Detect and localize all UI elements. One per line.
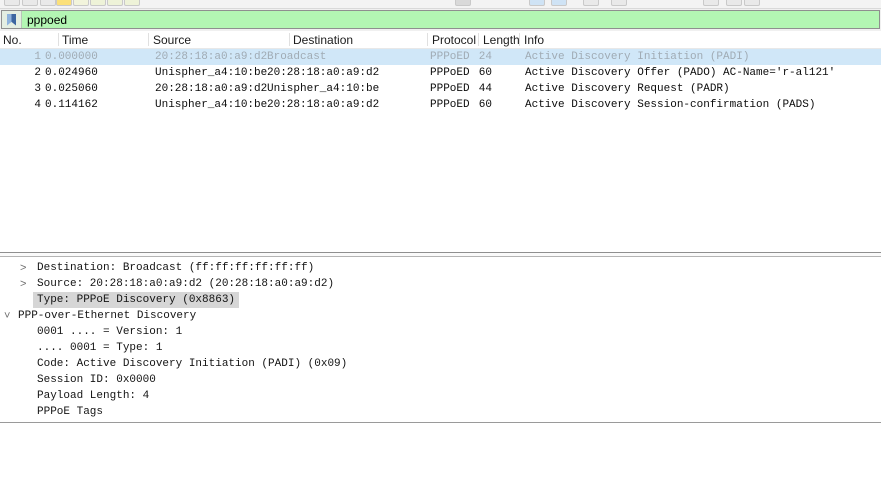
packet-list-header: No. Time Source Destination Protocol Length In… [0,31,881,49]
detail-tree-row[interactable]: Code: Active Discovery Initiation (PADI)… [0,356,881,372]
toolbar-icon-fragment [611,0,627,6]
filter-field: pppoed [1,10,880,29]
column-divider[interactable] [289,33,290,46]
packet-details-pane: > Destination: Broadcast (ff:ff:ff:ff:ff:… [0,257,881,423]
toolbar-icon-fragment [22,0,38,6]
chevron-down-icon[interactable]: ˅ [4,308,10,324]
packet-row[interactable]: 1 0.000000 20:28:18:a0:a9:d2 Broadcast PPPoE… [0,49,881,65]
detail-field-selected: Type: PPPoE Discovery (0x8863) [33,292,240,308]
chevron-right-icon[interactable]: > [20,276,26,292]
column-header-source[interactable]: Source [153,33,191,47]
detail-field: Code: Active Discovery Initiation (PADI)… [37,358,348,370]
toolbar-icon-fragment [56,0,72,6]
detail-tree-row[interactable]: > Source: 20:28:18:a0:a9:d2 (20:28:18:a0:… [0,276,881,292]
packet-cell-time: 0.024960 [45,67,98,79]
packet-cell-length: 44 [478,83,492,95]
detail-tree-row[interactable]: PPPoE Tags [0,404,881,420]
packet-cell-length: 60 [478,67,492,79]
detail-tree-row[interactable]: Payload Length: 4 [0,388,881,404]
column-divider[interactable] [427,33,428,46]
packet-cell-destination: 20:28:18:a0:a9:d2 [267,99,380,111]
detail-field: Source: 20:28:18:a0:a9:d2 (20:28:18:a0:a… [37,278,335,290]
column-header-info[interactable]: Info [524,33,544,47]
toolbar-icon-fragment [726,0,742,6]
packet-cell-time: 0.000000 [45,51,98,63]
toolbar-icon-fragment [4,0,20,6]
detail-tree-row[interactable]: Session ID: 0x0000 [0,372,881,388]
detail-field: 0001 .... = Version: 1 [37,326,183,338]
toolbar-icon-fragment [107,0,123,6]
column-header-time[interactable]: Time [62,33,88,47]
packet-row[interactable]: 3 0.025060 20:28:18:a0:a9:d2 Unispher_a4:10… [0,81,881,97]
detail-tree-row[interactable]: ˅ PPP-over-Ethernet Discovery [0,308,881,324]
toolbar-icon-fragment [40,0,56,6]
detail-field: .... 0001 = Type: 1 [37,342,163,354]
toolbar-strip [0,0,881,9]
detail-tree-row[interactable]: Type: PPPoE Discovery (0x8863) [0,292,881,308]
packet-cell-destination: Unispher_a4:10:be [267,83,380,95]
toolbar-icon-fragment [583,0,599,6]
chevron-right-icon[interactable]: > [20,260,26,276]
packet-cell-source: 20:28:18:a0:a9:d2 [155,83,268,95]
packet-cell-info: Active Discovery Request (PADR) [525,83,730,95]
packet-cell-time: 0.025060 [45,83,98,95]
packet-row[interactable]: 2 0.024960 Unispher_a4:10:be 20:28:18:a0:a9… [0,65,881,81]
column-divider[interactable] [58,33,59,46]
bookmark-icon [7,13,16,26]
column-divider[interactable] [478,33,479,46]
packet-cell-info: Active Discovery Session-confirmation (P… [525,99,816,111]
filter-text: pppoed [27,12,68,27]
column-divider[interactable] [519,33,520,46]
toolbar-icon-fragment [455,0,471,6]
detail-tree-row[interactable]: .... 0001 = Type: 1 [0,340,881,356]
packet-cell-no: 4 [34,99,41,111]
packet-cell-length: 60 [478,99,492,111]
column-header-protocol[interactable]: Protocol [432,33,476,47]
packet-cell-destination: Broadcast [267,51,327,63]
packet-cell-length: 24 [478,51,492,63]
packet-cell-no: 1 [34,51,41,63]
packet-cell-source: Unispher_a4:10:be [155,67,268,79]
packet-cell-no: 3 [34,83,41,95]
toolbar-icon-fragment [703,0,719,6]
packet-row[interactable]: 4 0.114162 Unispher_a4:10:be 20:28:18:a0:a9… [0,97,881,113]
detail-field: PPP-over-Ethernet Discovery [18,310,197,322]
packet-list: 1 0.000000 20:28:18:a0:a9:d2 Broadcast PPPoE… [0,49,881,252]
column-header-length[interactable]: Length [483,33,520,47]
toolbar-icon-fragment [551,0,567,6]
detail-field: Payload Length: 4 [37,390,150,402]
packet-cell-source: Unispher_a4:10:be [155,99,268,111]
column-header-no[interactable]: No. [3,33,22,47]
packet-cell-info: Active Discovery Initiation (PADI) [525,51,750,63]
filter-input[interactable]: pppoed [22,11,879,28]
packet-cell-info: Active Discovery Offer (PADO) AC-Name='r… [525,67,836,79]
filter-bar: pppoed [0,9,881,31]
filter-bookmark-button[interactable] [2,11,22,28]
detail-tree-row[interactable]: 0001 .... = Version: 1 [0,324,881,340]
packet-cell-time: 0.114162 [45,99,98,111]
toolbar-icon-fragment [124,0,140,6]
packet-cell-no: 2 [34,67,41,79]
toolbar-icon-fragment [90,0,106,6]
detail-field: Destination: Broadcast (ff:ff:ff:ff:ff:f… [37,262,315,274]
column-header-destination[interactable]: Destination [293,33,353,47]
toolbar-icon-fragment [744,0,760,6]
toolbar-icon-fragment [529,0,545,6]
packet-cell-source: 20:28:18:a0:a9:d2 [155,51,268,63]
column-divider[interactable] [148,33,149,46]
detail-field: PPPoE Tags [37,406,104,418]
toolbar-icon-fragment [73,0,89,6]
detail-field: Session ID: 0x0000 [37,374,156,386]
wireshark-window: pppoed No. Time Source Destination Protocol L… [0,0,881,494]
packet-cell-destination: 20:28:18:a0:a9:d2 [267,67,380,79]
detail-tree-row[interactable]: > Destination: Broadcast (ff:ff:ff:ff:ff:… [0,260,881,276]
